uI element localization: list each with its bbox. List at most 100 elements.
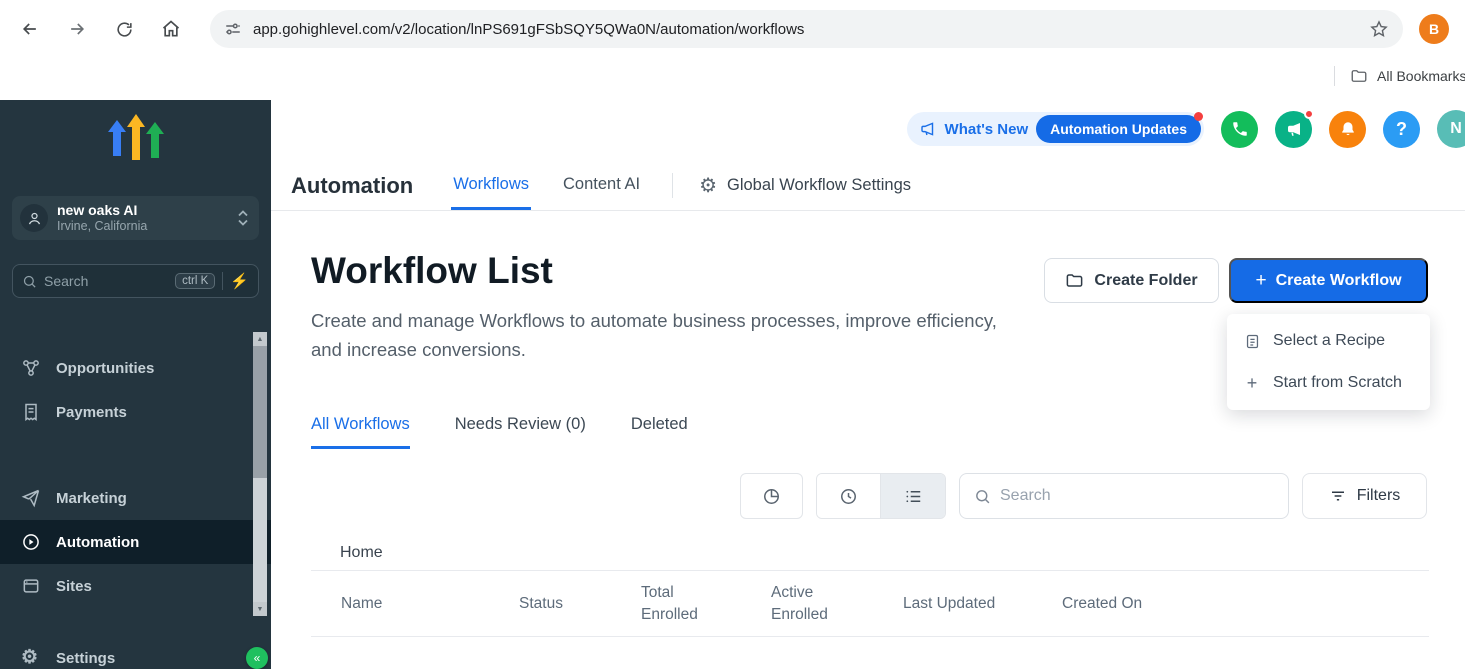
column-header-active-enrolled[interactable]: Active Enrolled — [771, 582, 903, 626]
notification-dot — [1194, 112, 1203, 121]
sidebar-item-opportunities[interactable]: Opportunities — [0, 346, 271, 390]
history-view-button[interactable] — [817, 474, 881, 518]
top-utilities: What's New Automation Updates ? N — [907, 110, 1465, 148]
sidebar-item-label: Sites — [56, 578, 92, 595]
browser-toolbar: app.gohighlevel.com/v2/location/lnPS691g… — [0, 0, 1465, 58]
sidebar: new oaks AI Irvine, California ctrl K ⚡ … — [0, 100, 271, 669]
sidebar-spacer — [0, 434, 271, 476]
sidebar-item-label: Marketing — [56, 490, 127, 507]
filters-button[interactable]: Filters — [1302, 473, 1427, 519]
all-bookmarks-label: All Bookmarks — [1377, 68, 1465, 84]
menu-item-label: Start from Scratch — [1273, 374, 1402, 392]
notifications-button[interactable] — [1329, 111, 1366, 148]
automation-icon — [21, 532, 41, 552]
breadcrumb[interactable]: Home — [340, 544, 383, 562]
sidebar-item-label: Opportunities — [56, 360, 154, 377]
plus-icon: + — [1255, 271, 1266, 290]
column-header-name[interactable]: Name — [341, 595, 519, 613]
refresh-icon[interactable] — [107, 12, 141, 46]
view-toggle-group — [816, 473, 946, 519]
back-icon[interactable] — [13, 12, 47, 46]
browser-profile-avatar[interactable]: B — [1419, 14, 1449, 44]
home-icon[interactable] — [154, 12, 188, 46]
site-settings-icon[interactable] — [224, 20, 242, 38]
menu-item-select-recipe[interactable]: Select a Recipe — [1227, 320, 1430, 362]
tab-all-workflows[interactable]: All Workflows — [311, 415, 410, 449]
sidebar-item-label: Automation — [56, 534, 139, 551]
tab-workflows[interactable]: Workflows — [451, 161, 531, 210]
automation-updates-badge[interactable]: Automation Updates — [1036, 115, 1201, 143]
sidebar-item-payments[interactable]: Payments — [0, 390, 271, 434]
workflow-search-input[interactable] — [1000, 487, 1274, 505]
menu-item-label: Select a Recipe — [1273, 332, 1385, 350]
sidebar-item-marketing[interactable]: Marketing — [0, 476, 271, 520]
global-workflow-settings-label: Global Workflow Settings — [727, 176, 911, 195]
user-avatar[interactable]: N — [1437, 110, 1465, 148]
notification-dot — [1304, 109, 1314, 119]
tab-content-ai[interactable]: Content AI — [561, 161, 642, 210]
automation-updates-label: Automation Updates — [1050, 121, 1187, 137]
main-content: What's New Automation Updates ? N Automa… — [271, 100, 1465, 669]
workflow-toolbar: Filters — [740, 473, 1427, 519]
address-bar[interactable]: app.gohighlevel.com/v2/location/lnPS691g… — [210, 10, 1403, 48]
sidebar-item-label: Settings — [56, 650, 115, 667]
sidebar-item-sites[interactable]: Sites — [0, 564, 271, 608]
scroll-up-icon[interactable]: ▲ — [253, 332, 267, 346]
tab-needs-review[interactable]: Needs Review (0) — [455, 415, 586, 449]
page-title: Workflow List — [311, 250, 553, 292]
all-bookmarks-button[interactable]: All Bookmarks — [1334, 66, 1465, 86]
gohighlevel-logo — [107, 114, 165, 164]
location-name: new oaks AI — [57, 202, 147, 219]
gear-icon: ⚙ — [21, 648, 41, 668]
folder-icon — [1065, 271, 1084, 290]
location-switcher[interactable]: new oaks AI Irvine, California — [12, 196, 259, 240]
menu-item-start-from-scratch[interactable]: + Start from Scratch — [1227, 362, 1430, 404]
column-header-total-enrolled[interactable]: Total Enrolled — [641, 582, 771, 626]
announcements-button[interactable] — [1275, 111, 1312, 148]
opportunities-icon — [21, 358, 41, 378]
forward-icon[interactable] — [60, 12, 94, 46]
workflow-table-header: Name Status Total Enrolled Active Enroll… — [311, 570, 1429, 637]
sidebar-search: ctrl K ⚡ — [12, 264, 259, 298]
ai-lightning-icon[interactable]: ⚡ — [230, 272, 249, 290]
megaphone-outline-icon — [919, 120, 937, 138]
whats-new-pill[interactable]: What's New Automation Updates — [907, 112, 1204, 146]
list-view-button[interactable] — [881, 474, 945, 518]
divider — [672, 173, 673, 198]
tab-deleted[interactable]: Deleted — [631, 415, 688, 449]
enrollment-chart-button[interactable] — [740, 473, 803, 519]
sidebar-scrollbar[interactable]: ▲ ▼ — [253, 332, 267, 616]
location-avatar-icon — [20, 204, 48, 232]
sidebar-item-automation[interactable]: Automation — [0, 520, 271, 564]
sidebar-nav: Opportunities Payments Marketing Automat… — [0, 346, 271, 608]
workflow-search — [959, 473, 1289, 519]
url-text[interactable]: app.gohighlevel.com/v2/location/lnPS691g… — [253, 21, 1369, 38]
location-city: Irvine, California — [57, 219, 147, 234]
scroll-down-icon[interactable]: ▼ — [253, 602, 267, 616]
whats-new-label[interactable]: What's New — [945, 121, 1029, 138]
column-header-last-updated[interactable]: Last Updated — [903, 595, 1062, 613]
help-button[interactable]: ? — [1383, 111, 1420, 148]
search-shortcut-badge: ctrl K — [175, 273, 215, 289]
sidebar-collapse-button[interactable]: « — [246, 647, 268, 669]
bookmark-star-icon[interactable] — [1369, 19, 1389, 39]
chevron-updown-icon — [237, 209, 249, 227]
sites-icon — [21, 576, 41, 596]
sidebar-item-settings[interactable]: ⚙ Settings — [0, 636, 271, 669]
recipe-icon — [1243, 333, 1261, 350]
page-section-title: Automation — [291, 161, 413, 210]
plus-icon: + — [1243, 373, 1261, 394]
scrollbar-thumb[interactable] — [253, 346, 267, 478]
column-header-created-on[interactable]: Created On — [1062, 595, 1429, 613]
sidebar-search-input[interactable] — [44, 273, 168, 289]
create-workflow-menu: Select a Recipe + Start from Scratch — [1227, 314, 1430, 410]
phone-button[interactable] — [1221, 111, 1258, 148]
automation-header: Automation Workflows Content AI ⚙ Global… — [271, 161, 1465, 211]
bookmarks-bar: All Bookmarks — [0, 58, 1465, 100]
create-folder-button[interactable]: Create Folder — [1044, 258, 1219, 303]
create-workflow-button[interactable]: + Create Workflow — [1229, 258, 1428, 303]
global-workflow-settings-link[interactable]: ⚙ Global Workflow Settings — [699, 161, 911, 210]
column-header-status[interactable]: Status — [519, 595, 641, 613]
filter-icon — [1329, 487, 1347, 505]
search-icon — [22, 274, 37, 289]
